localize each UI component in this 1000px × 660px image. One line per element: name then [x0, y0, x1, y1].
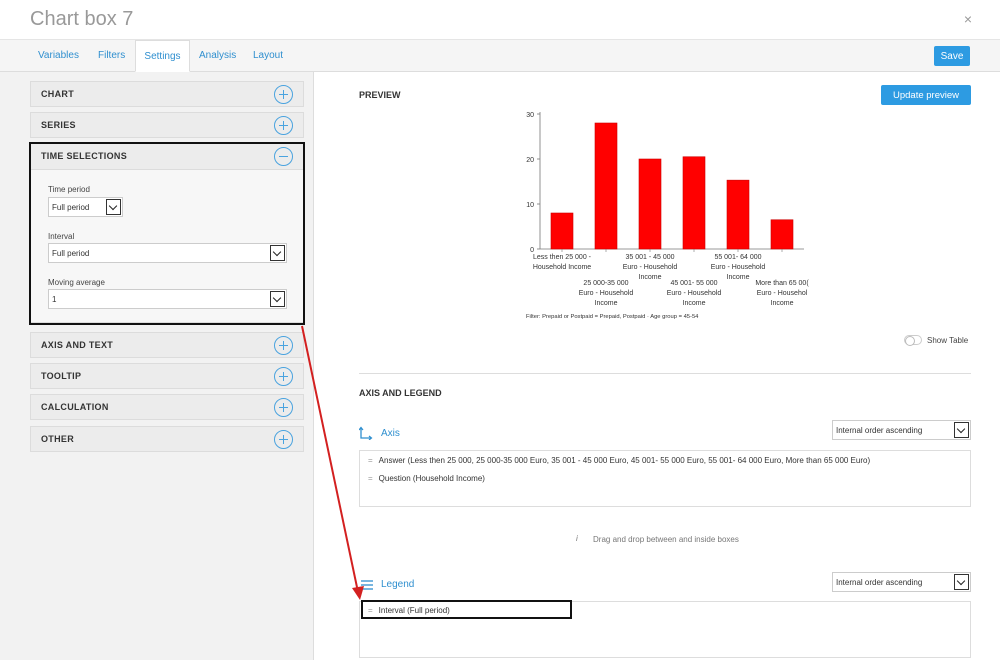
y-tick-label: 30 — [526, 112, 534, 119]
legend-icon — [361, 580, 373, 590]
collapse-minus-icon[interactable] — [274, 147, 293, 166]
x-tick-label: 55 001- 64 000 Euro - Household Income — [711, 254, 766, 281]
close-icon[interactable]: × — [964, 11, 972, 27]
section-label: OTHER — [41, 434, 74, 444]
chevron-down-icon — [954, 422, 969, 438]
chart-filter-note: Filter: Prepaid or Postpaid = Prepaid, P… — [526, 314, 699, 320]
drag-hint-text: Drag and drop between and inside boxes — [593, 535, 739, 544]
chevron-down-icon — [270, 291, 285, 307]
list-item[interactable]: = Interval (Full period) — [368, 606, 450, 615]
show-table-label: Show Table — [927, 336, 969, 345]
bar — [550, 212, 574, 250]
section-tooltip[interactable]: TOOLTIP — [30, 363, 304, 389]
bar — [726, 179, 750, 250]
time-period-select[interactable]: Full period — [48, 197, 123, 217]
x-tick-label: 25 000-35 000 Euro - Household Income — [579, 280, 634, 307]
save-button[interactable]: Save — [934, 46, 970, 66]
section-label: TIME SELECTIONS — [41, 151, 128, 161]
expand-plus-icon[interactable] — [274, 430, 293, 449]
preview-bar-chart: 0 10 20 30 Less then 25 000 -Household Incom… — [526, 112, 809, 320]
x-tick-label: 35 001 - 45 000 Euro - Household Income — [623, 254, 678, 281]
drag-handle-icon[interactable]: = — [368, 474, 373, 483]
tab-variables[interactable]: Variables — [38, 40, 79, 72]
x-tick-label: More than 65 00(Euro - Househol Income — [755, 280, 809, 307]
section-label: CALCULATION — [41, 402, 109, 412]
section-chart[interactable]: CHART — [30, 81, 304, 107]
time-selections-header[interactable]: TIME SELECTIONS — [31, 144, 303, 170]
list-item[interactable]: = Answer (Less then 25 000, 25 000-35 000… — [368, 456, 870, 465]
section-time-selections: TIME SELECTIONS Time period Full period … — [30, 143, 304, 323]
legend-label: Legend — [381, 579, 415, 590]
drag-handle-icon[interactable]: = — [368, 606, 373, 615]
axis-icon — [359, 426, 373, 440]
show-table-toggle[interactable] — [904, 335, 922, 346]
tab-filters[interactable]: Filters — [98, 40, 125, 72]
axis-order-select[interactable]: Internal order ascending — [832, 420, 971, 440]
moving-average-label: Moving average — [48, 278, 105, 287]
section-label: SERIES — [41, 120, 76, 130]
axis-and-legend-title: AXIS AND LEGEND — [359, 388, 442, 398]
section-other[interactable]: OTHER — [30, 426, 304, 452]
section-label: CHART — [41, 89, 74, 99]
title-bar: Chart box 7 × — [0, 0, 1000, 40]
y-tick-label: 10 — [526, 202, 534, 209]
y-tick-label: 0 — [530, 247, 534, 254]
chevron-down-icon — [106, 199, 121, 215]
preview-title: PREVIEW — [359, 90, 401, 100]
x-tick-label: Less then 25 000 -Household Income — [533, 254, 592, 271]
interval-select[interactable]: Full period — [48, 243, 287, 263]
time-period-label: Time period — [48, 185, 90, 194]
legend-order-select[interactable]: Internal order ascending — [832, 572, 971, 592]
bar — [638, 158, 662, 250]
tab-analysis[interactable]: Analysis — [199, 40, 236, 72]
section-divider — [359, 373, 971, 374]
list-item[interactable]: = Question (Household Income) — [368, 474, 485, 483]
tab-settings[interactable]: Settings — [135, 40, 190, 72]
chevron-down-icon — [270, 245, 285, 261]
axis-drop-box[interactable]: = Answer (Less then 25 000, 25 000-35 000… — [359, 450, 971, 507]
expand-plus-icon[interactable] — [274, 367, 293, 386]
tab-bar: Variables Filters Settings Analysis Layo… — [0, 40, 1000, 72]
expand-plus-icon[interactable] — [274, 336, 293, 355]
drag-handle-icon[interactable]: = — [368, 456, 373, 465]
section-label: AXIS AND TEXT — [41, 340, 114, 350]
bar — [682, 156, 706, 250]
info-icon: i — [576, 534, 578, 543]
section-axis-and-text[interactable]: AXIS AND TEXT — [30, 332, 304, 358]
x-tick-label: 45 001- 55 000 Euro - Household Income — [667, 280, 722, 307]
bar — [594, 122, 618, 250]
legend-drop-box[interactable]: = Interval (Full period) — [359, 601, 971, 658]
window-title: Chart box 7 — [30, 8, 134, 30]
update-preview-button[interactable]: Update preview — [881, 85, 971, 105]
section-series[interactable]: SERIES — [30, 112, 304, 138]
y-tick-label: 20 — [526, 157, 534, 164]
expand-plus-icon[interactable] — [274, 85, 293, 104]
tab-layout[interactable]: Layout — [253, 40, 283, 72]
axis-label: Axis — [381, 428, 400, 439]
section-calculation[interactable]: CALCULATION — [30, 394, 304, 420]
chevron-down-icon — [954, 574, 969, 590]
expand-plus-icon[interactable] — [274, 116, 293, 135]
bar — [770, 219, 794, 250]
expand-plus-icon[interactable] — [274, 398, 293, 417]
interval-label: Interval — [48, 232, 75, 241]
section-label: TOOLTIP — [41, 371, 82, 381]
moving-average-select[interactable]: 1 — [48, 289, 287, 309]
